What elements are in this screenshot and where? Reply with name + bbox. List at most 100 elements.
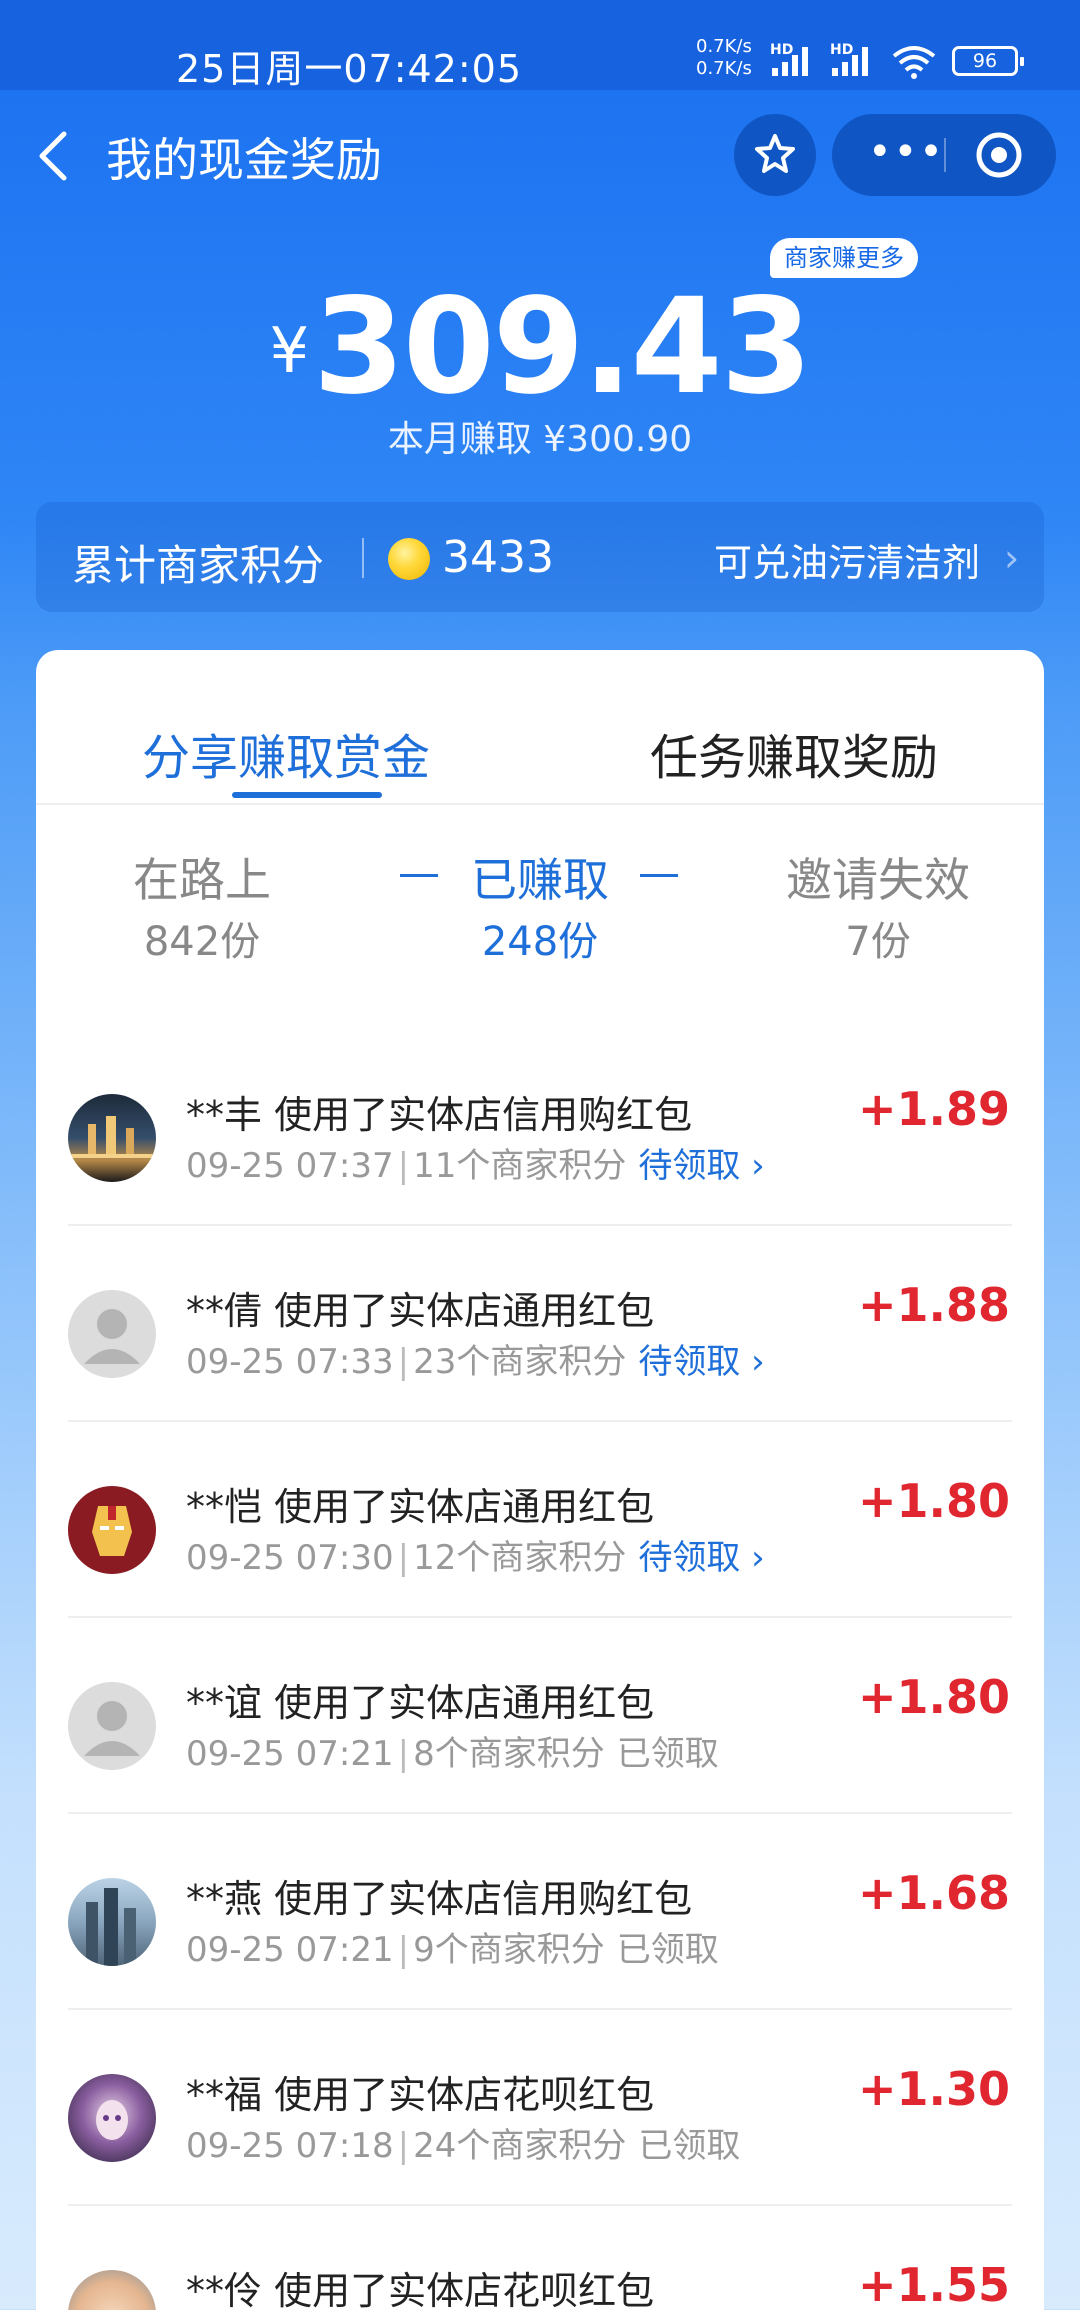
stat-value: 7份 [845,919,911,965]
page-title: 我的现金奖励 [106,133,382,187]
tab-divider [36,803,1044,805]
anime-girl-avatar [68,2074,156,2162]
favorite-button[interactable] [734,114,816,196]
capsule-divider [944,138,946,172]
record-amount: +1.68 [857,1866,1010,1920]
list-item[interactable]: **倩 使用了实体店通用红包 09-25 07:33 | 23个商家积分 待领取 › … [36,1226,1044,1422]
rewards-card: 分享赚取赏金 任务赚取奖励 在路上 842份 已赚取 248份 邀请失效 7份 … [36,650,1044,2310]
claim-status: 待领取 [638,1342,741,1382]
meta-separator: | [397,1146,410,1186]
stat-label: 在路上 [133,853,271,907]
miniapp-capsule: ••• [832,114,1056,196]
chevron-right-icon: › [1004,536,1020,580]
merchant-points-bar[interactable]: 累计商家积分 3433 可兑油污清洁剂 › [36,502,1044,612]
exchange-link[interactable]: 可兑油污清洁剂 [714,532,980,587]
city-night-avatar [68,1094,156,1182]
signal-icon [772,47,808,76]
record-amount: +1.55 [857,2258,1010,2310]
record-amount: +1.88 [857,1278,1010,1332]
chevron-right-icon: › [751,1146,765,1186]
network-speed: 0.7K/s 0.7K/s [696,36,752,80]
record-time: 09-25 07:30 [186,1538,394,1578]
record-meta: 09-25 07:37 | 11个商家积分 待领取 › [186,1138,765,1187]
list-item[interactable]: **谊 使用了实体店通用红包 09-25 07:21 | 8个商家积分 已领取 +1.… [36,1618,1044,1814]
currency-symbol: ¥ [269,314,310,387]
signal-icon-2 [832,47,868,76]
battery-indicator: 96 [952,46,1024,76]
claim-status-link[interactable]: 待领取 › [638,1342,764,1382]
record-amount: +1.80 [857,1670,1010,1724]
record-time: 09-25 07:18 [186,2126,394,2166]
list-item[interactable]: **恺 使用了实体店通用红包 09-25 07:30 | 12个商家积分 待领取 › … [36,1422,1044,1618]
back-arrow-icon[interactable] [30,128,80,184]
chevron-right-icon: › [751,1342,765,1382]
close-miniapp-icon[interactable] [974,130,1024,180]
status-datetime: 25日周一07:42:05 [176,47,523,91]
record-meta: 09-25 07:18 | 24个商家积分 已领取 [186,2118,740,2167]
claim-status: 待领取 [638,1146,741,1186]
record-title: **倩 使用了实体店通用红包 [186,1289,655,1333]
record-time: 09-25 07:21 [186,1734,394,1774]
star-icon [755,134,795,173]
record-amount: +1.80 [857,1474,1010,1528]
stat-invite-invalid[interactable]: 邀请失效 7份 [758,850,998,972]
record-time: 09-25 07:37 [186,1146,394,1186]
net-speed-down: 0.7K/s [696,58,752,79]
meta-separator: | [397,1734,410,1774]
record-meta: 09-25 07:21 | 8个商家积分 已领取 [186,1726,719,1775]
list-item[interactable]: **伶 使用了实体店花呗红包 +1.55 [36,2206,1044,2310]
record-points: 23个商家积分 [413,1342,627,1382]
meta-separator: | [397,1538,410,1578]
record-points: 11个商家积分 [413,1146,627,1186]
record-points: 24个商家积分 [413,2126,627,2166]
nav-bar: 我的现金奖励 ••• [0,90,1080,220]
default-user-avatar [68,1290,156,1378]
record-points: 12个商家积分 [413,1538,627,1578]
record-amount: +1.30 [857,2062,1010,2116]
stat-value: 248份 [481,919,599,965]
meta-separator: | [397,1342,410,1382]
skyscraper-avatar [68,1878,156,1966]
record-amount: +1.89 [857,1082,1010,1136]
record-points: 9个商家积分 [413,1930,605,1970]
claim-status: 已领取 [616,1734,719,1774]
stat-earned[interactable]: 已赚取 248份 [420,850,660,972]
claim-status: 待领取 [638,1538,741,1578]
net-speed-up: 0.7K/s [696,36,752,57]
tab-task-reward[interactable]: 任务赚取奖励 [650,718,938,788]
total-amount: 309.43 [313,270,812,424]
record-meta: 09-25 07:33 | 23个商家积分 待领取 › [186,1334,765,1383]
record-time: 09-25 07:33 [186,1342,394,1382]
chevron-right-icon: › [751,1538,765,1578]
more-menu-icon[interactable]: ••• [868,132,945,172]
record-points: 8个商家积分 [413,1734,605,1774]
record-title: **伶 使用了实体店花呗红包 [186,2269,655,2310]
selected-dash-right [640,874,678,877]
meta-separator: | [397,1930,410,1970]
active-tab-indicator [232,792,382,798]
claim-status: 已领取 [616,1930,719,1970]
stat-on-the-way[interactable]: 在路上 842份 [82,850,322,972]
wifi-icon [892,46,936,79]
list-item[interactable]: **燕 使用了实体店信用购红包 09-25 07:21 | 9个商家积分 已领取 +1… [36,1814,1044,2010]
stat-value: 842份 [143,919,261,965]
stat-label: 邀请失效 [786,853,970,907]
claim-status: 已领取 [638,2126,741,2166]
list-item[interactable]: **福 使用了实体店花呗红包 09-25 07:18 | 24个商家积分 已领取 +1… [36,2010,1044,2206]
record-title: **谊 使用了实体店通用红包 [186,1681,655,1725]
record-meta: 09-25 07:21 | 9个商家积分 已领取 [186,1922,719,1971]
ironman-avatar [68,1486,156,1574]
tab-share-bounty[interactable]: 分享赚取赏金 [142,718,430,788]
reward-record-list: **丰 使用了实体店信用购红包 09-25 07:37 | 11个商家积分 待领取 ›… [36,1030,1044,2310]
record-meta: 09-25 07:30 | 12个商家积分 待领取 › [186,1530,765,1579]
claim-status-link[interactable]: 待领取 › [638,1538,764,1578]
coin-icon [388,538,430,580]
points-divider [362,538,364,578]
month-earned: 本月赚取 ¥300.90 [387,419,693,460]
record-time: 09-25 07:21 [186,1930,394,1970]
claim-status-link[interactable]: 待领取 › [638,1146,764,1186]
record-title: **丰 使用了实体店信用购红包 [186,1093,693,1137]
list-item[interactable]: **丰 使用了实体店信用购红包 09-25 07:37 | 11个商家积分 待领取 ›… [36,1030,1044,1226]
default-user-avatar [68,1682,156,1770]
record-title: **福 使用了实体店花呗红包 [186,2073,655,2117]
